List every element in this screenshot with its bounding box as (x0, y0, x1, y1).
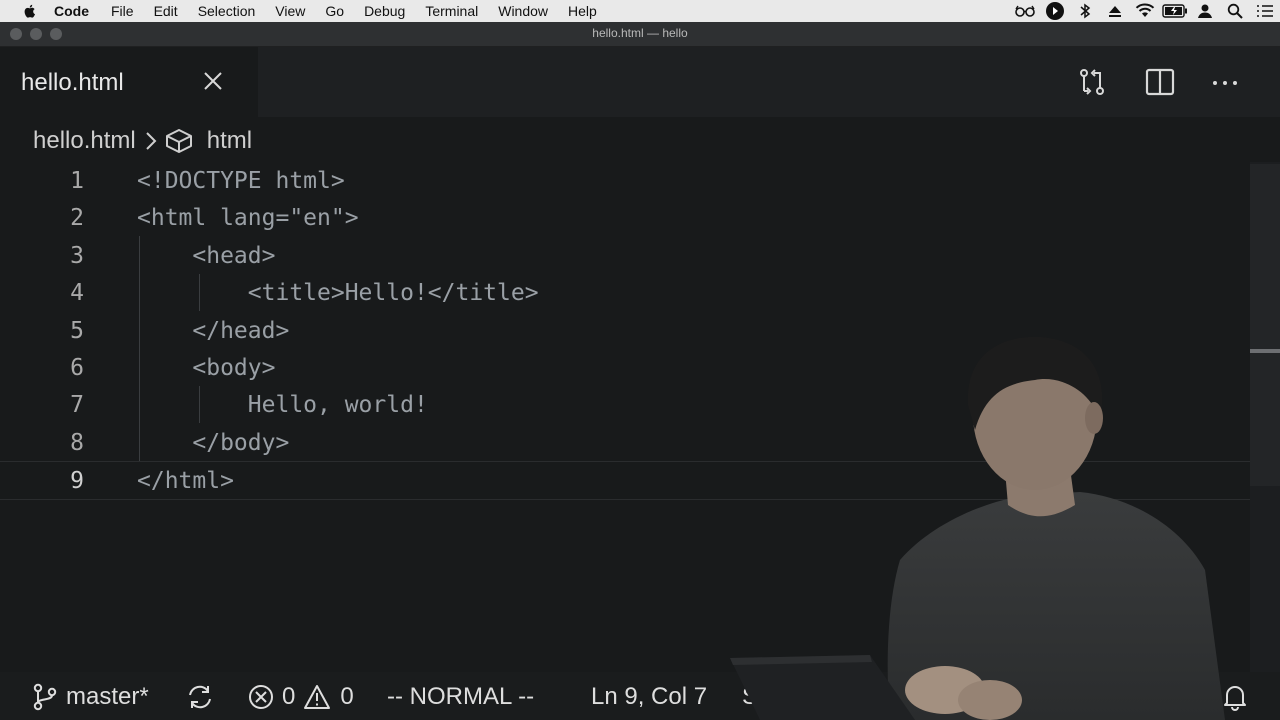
presenter-video-overlay (730, 336, 1225, 720)
